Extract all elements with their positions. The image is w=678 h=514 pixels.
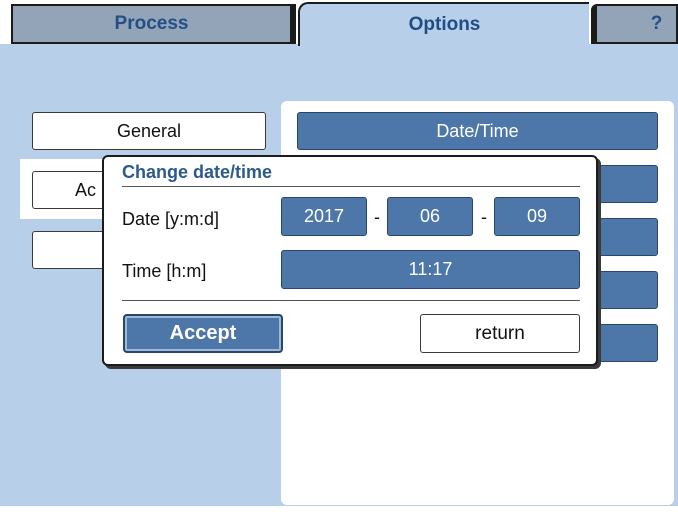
year-value: 2017: [303, 206, 345, 226]
tab-help-label: ?: [650, 13, 663, 34]
bottom-strip: [0, 506, 678, 514]
date-separator-2: -: [481, 207, 487, 227]
tab-help[interactable]: ?: [591, 4, 678, 44]
accept-button[interactable]: Accept: [123, 314, 283, 353]
day-value: 09: [526, 206, 548, 226]
dialog-title: Change date/time: [122, 162, 273, 182]
date-separator-1: -: [374, 207, 380, 227]
tab-process[interactable]: Process: [11, 4, 296, 44]
year-field[interactable]: 2017: [281, 197, 367, 236]
change-date-time-dialog: Change date/time Date [y:m:d] 2017 - 06 …: [102, 155, 598, 366]
tab-options[interactable]: Options: [298, 2, 589, 46]
menu-button-2-label: Ac: [75, 179, 97, 200]
dialog-title-divider: [122, 186, 580, 187]
general-button-label: General: [116, 120, 182, 141]
dialog-bottom-divider: [122, 300, 580, 301]
return-button[interactable]: return: [420, 314, 580, 353]
accept-button-label: Accept: [169, 322, 237, 344]
general-button[interactable]: General: [32, 112, 266, 150]
time-value: 11:17: [408, 259, 453, 279]
month-value: 06: [419, 206, 441, 226]
return-button-label: return: [475, 322, 525, 344]
day-field[interactable]: 09: [494, 197, 580, 236]
month-field[interactable]: 06: [387, 197, 473, 236]
tab-options-label: Options: [408, 14, 481, 35]
date-time-button[interactable]: Date/Time: [297, 112, 658, 150]
date-label: Date [y:m:d]: [122, 209, 220, 229]
date-time-button-label: Date/Time: [436, 120, 519, 141]
tab-process-label: Process: [114, 13, 189, 34]
time-field[interactable]: 11:17: [281, 250, 580, 289]
time-label: Time [h:m]: [122, 261, 207, 281]
